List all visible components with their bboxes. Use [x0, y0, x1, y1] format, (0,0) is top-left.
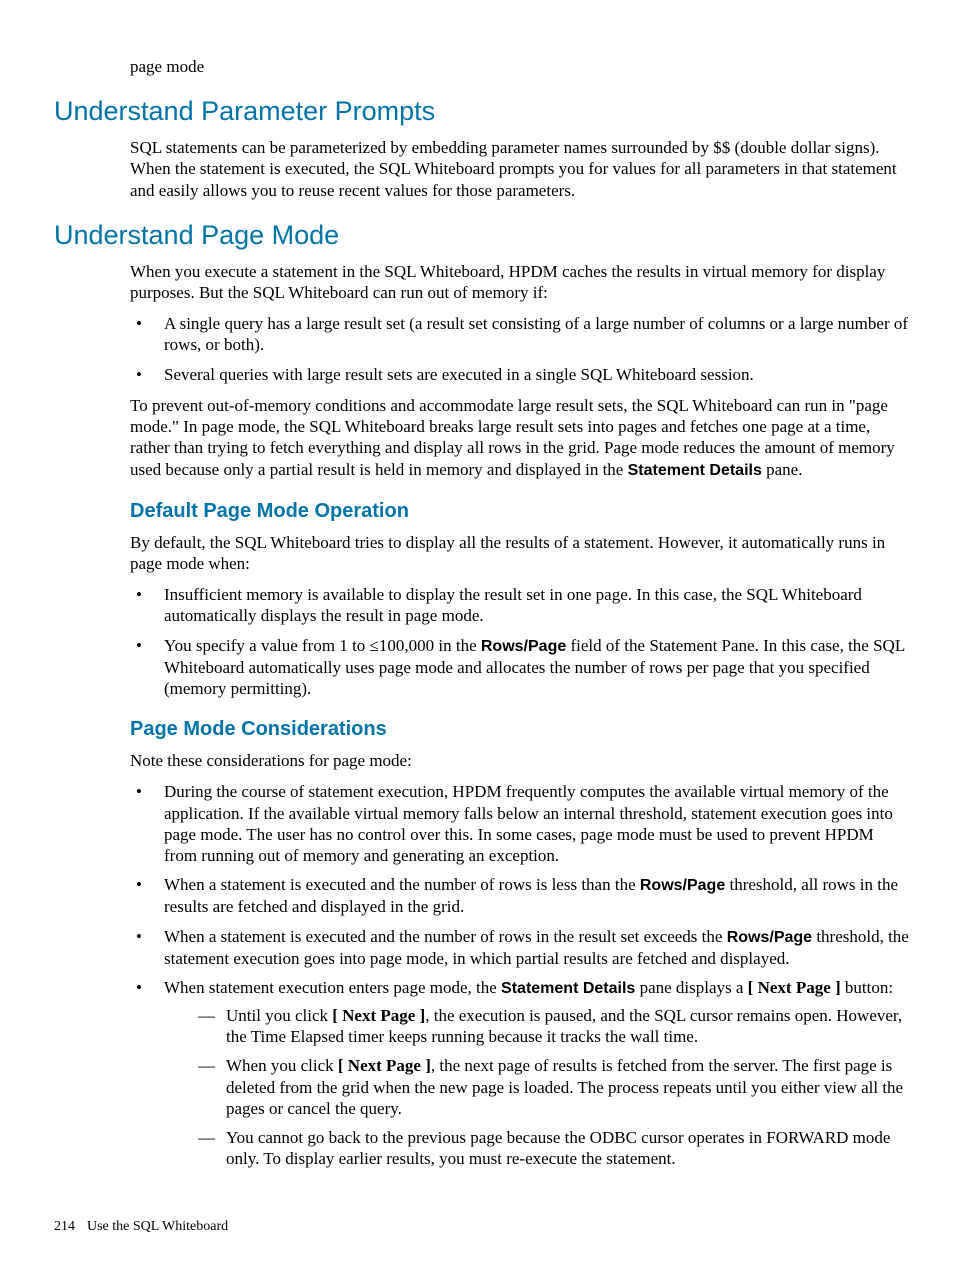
list-item: You cannot go back to the previous page … — [198, 1127, 910, 1170]
footer-section-title: Use the SQL Whiteboard — [87, 1219, 228, 1234]
text: When you click — [226, 1056, 338, 1075]
paragraph: By default, the SQL Whiteboard tries to … — [130, 532, 910, 575]
text: pane. — [762, 460, 803, 479]
bullet-list: Insufficient memory is available to disp… — [130, 584, 910, 699]
list-item: You specify a value from 1 to ≤100,000 i… — [130, 635, 910, 700]
text: When a statement is executed and the num… — [164, 875, 640, 894]
list-item: When a statement is executed and the num… — [130, 874, 910, 917]
list-item: When a statement is executed and the num… — [130, 926, 910, 969]
paragraph: Note these considerations for page mode: — [130, 750, 910, 771]
list-item: When statement execution enters page mod… — [130, 977, 910, 1170]
text: button: — [841, 978, 893, 997]
bullet-list: During the course of statement execution… — [130, 781, 910, 1169]
text: Until you click — [226, 1006, 332, 1025]
list-item: When you click [ Next Page ], the next p… — [198, 1055, 910, 1119]
heading-page-mode-considerations: Page Mode Considerations — [130, 717, 910, 742]
ui-term-next-page: [ Next Page ] — [748, 978, 841, 997]
bullet-list: A single query has a large result set (a… — [130, 313, 910, 385]
text: When statement execution enters page mod… — [164, 978, 501, 997]
ui-term-next-page: [ Next Page ] — [332, 1006, 425, 1025]
ui-term-rows-page: Rows/Page — [727, 929, 812, 946]
text: pane displays a — [635, 978, 747, 997]
text: You specify a value from 1 to ≤100,000 i… — [164, 636, 481, 655]
paragraph: When you execute a statement in the SQL … — [130, 261, 910, 304]
heading-default-page-mode-operation: Default Page Mode Operation — [130, 499, 910, 524]
heading-understand-parameter-prompts: Understand Parameter Prompts — [54, 95, 910, 129]
list-item: Insufficient memory is available to disp… — [130, 584, 910, 627]
page-number: 214 — [54, 1218, 75, 1236]
list-item: Several queries with large result sets a… — [130, 364, 910, 385]
dash-list: Until you click [ Next Page ], the execu… — [198, 1005, 910, 1170]
text: When a statement is executed and the num… — [164, 927, 727, 946]
list-item: A single query has a large result set (a… — [130, 313, 910, 356]
list-item: During the course of statement execution… — [130, 781, 910, 866]
page-footer: 214 Use the SQL Whiteboard — [54, 1218, 910, 1236]
ui-term-statement-details: Statement Details — [628, 462, 762, 479]
paragraph: To prevent out-of-memory conditions and … — [130, 395, 910, 481]
ui-term-statement-details: Statement Details — [501, 980, 635, 997]
ui-term-rows-page: Rows/Page — [481, 638, 566, 655]
ui-term-next-page: [ Next Page ] — [338, 1056, 431, 1075]
list-item: Until you click [ Next Page ], the execu… — [198, 1005, 910, 1048]
paragraph: SQL statements can be parameterized by e… — [130, 137, 910, 201]
header-fragment: page mode — [130, 56, 910, 77]
ui-term-rows-page: Rows/Page — [640, 877, 725, 894]
heading-understand-page-mode: Understand Page Mode — [54, 219, 910, 253]
